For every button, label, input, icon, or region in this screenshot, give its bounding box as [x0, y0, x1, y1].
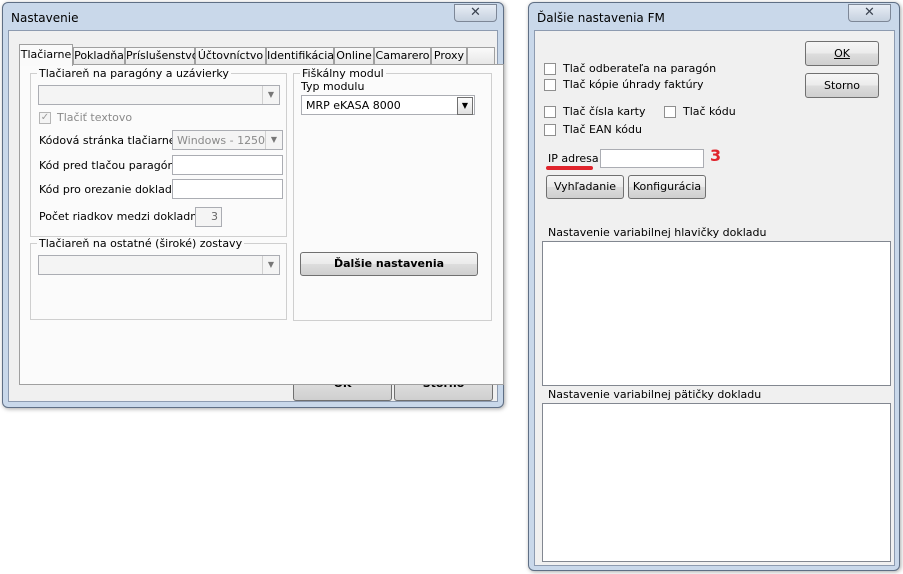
receipt-printer-group: Tlačiareň na paragóny a uzávierky ▼ ✓ Tl… — [30, 67, 287, 237]
print-code-label: Tlač kódu — [683, 105, 736, 118]
module-type-label: Typ modulu — [301, 80, 365, 93]
print-ean-checkbox[interactable] — [544, 124, 556, 136]
settings-close-button[interactable]: ✕ — [454, 4, 497, 22]
settings-window-title: Nastavenie — [11, 11, 79, 25]
header-settings-textarea[interactable] — [542, 241, 891, 386]
print-ean-label: Tlač EAN kódu — [563, 123, 642, 136]
tab-online-label: Online — [336, 49, 372, 62]
receipt-printer-select[interactable]: ▼ — [38, 85, 280, 105]
annotation-marker-3: 3 — [710, 146, 722, 165]
printers-tab-panel: Tlačiareň na paragóny a uzávierky ▼ ✓ Tl… — [19, 64, 504, 385]
tab-camarero-label: Camarero — [375, 49, 430, 62]
fiscal-module-group: Fiškálny modul Typ modulu MRP eKASA 8000… — [293, 67, 492, 321]
tab-accounting[interactable]: Účtovníctvo — [195, 47, 266, 65]
tab-proxy[interactable]: Proxy — [431, 47, 467, 65]
print-code-checkbox[interactable] — [664, 106, 676, 118]
print-text-checkbox[interactable]: ✓ — [39, 112, 51, 124]
tab-overflow[interactable] — [467, 47, 495, 65]
ip-address-input[interactable] — [600, 149, 704, 168]
tab-register-label: Pokladňa — [74, 49, 124, 62]
fm-settings-client-area: OK Storno Tlač odberateľa na paragón Tla… — [534, 30, 895, 566]
footer-settings-label: Nastavenie variabilnej pätičky dokladu — [548, 388, 762, 401]
receipt-printer-group-label: Tlačiareň na paragóny a uzávierky — [37, 67, 231, 80]
ip-address-label: IP adresa — [548, 152, 599, 165]
tab-printers-label: Tlačiarne — [20, 48, 72, 61]
fiscal-module-group-label: Fiškálny modul — [300, 67, 386, 80]
print-customer-checkbox[interactable] — [544, 63, 556, 75]
settings-window: Nastavenie ✕ Tlačiarne Pokladňa Prísluše… — [2, 2, 504, 408]
tab-online[interactable]: Online — [334, 47, 374, 65]
module-type-select[interactable]: MRP eKASA 8000 ▼ — [301, 95, 475, 115]
chevron-down-icon: ▼ — [265, 131, 282, 149]
tab-identification-label: Identifikácia — [267, 49, 335, 62]
fm-settings-titlebar[interactable]: Ďalšie nastavenia FM ✕ — [529, 3, 899, 31]
fm-settings-window-title: Ďalšie nastavenia FM — [537, 11, 665, 25]
other-printer-group: Tlačiareň na ostatné (široké) zostavy ▼ — [30, 237, 287, 320]
print-card-number-label: Tlač čísla karty — [563, 105, 646, 118]
fm-settings-window: Ďalšie nastavenia FM ✕ OK Storno Tlač od… — [528, 2, 900, 571]
code-before-label: Kód pred tlačou paragónu — [39, 159, 182, 172]
fm-cancel-button[interactable]: Storno — [805, 73, 879, 98]
configuration-button-label: Konfigurácia — [632, 180, 702, 193]
tab-printers[interactable]: Tlačiarne — [19, 44, 73, 66]
search-button[interactable]: Vyhľadanie — [546, 175, 624, 199]
annotation-underline-3 — [546, 166, 593, 170]
tab-identification[interactable]: Identifikácia — [266, 47, 334, 65]
tab-proxy-label: Proxy — [433, 49, 465, 62]
other-printer-select[interactable]: ▼ — [38, 255, 280, 275]
close-icon: ✕ — [864, 5, 875, 20]
search-button-label: Vyhľadanie — [553, 180, 617, 193]
codepage-select[interactable]: Windows - 1250 ▼ — [172, 130, 283, 150]
print-invoice-copy-checkbox[interactable] — [544, 79, 556, 91]
tab-accessories[interactable]: Príslušenstvo — [125, 47, 199, 65]
chevron-down-icon: ▼ — [457, 97, 473, 115]
print-card-number-checkbox[interactable] — [544, 106, 556, 118]
codepage-value: Windows - 1250 — [177, 134, 266, 147]
fm-cancel-label: Storno — [823, 79, 861, 92]
print-invoice-copy-label: Tlač kópie úhrady faktúry — [563, 78, 704, 91]
print-text-label: Tlačiť textovo — [57, 111, 133, 124]
chevron-down-icon: ▼ — [262, 256, 279, 274]
code-before-input[interactable] — [172, 155, 283, 175]
module-type-value: MRP eKASA 8000 — [306, 99, 401, 112]
other-printer-group-label: Tlačiareň na ostatné (široké) zostavy — [37, 237, 245, 250]
code-cut-label: Kód pro orezanie dokladu — [39, 183, 179, 196]
settings-client-area: Tlačiarne Pokladňa Príslušenstvo Účtovní… — [8, 30, 504, 402]
more-settings-button[interactable]: Ďalšie nastavenia — [300, 252, 478, 276]
tab-register[interactable]: Pokladňa — [73, 47, 125, 65]
code-cut-input[interactable] — [172, 179, 283, 199]
settings-titlebar[interactable]: Nastavenie ✕ — [3, 3, 503, 31]
fm-ok-button[interactable]: OK — [805, 41, 879, 66]
lines-between-input[interactable]: 3 — [195, 207, 222, 227]
tab-accessories-label: Príslušenstvo — [126, 49, 199, 62]
lines-between-label: Počet riadkov medzi dokladmi — [39, 210, 205, 223]
codepage-label: Kódová stránka tlačiarne — [39, 134, 176, 147]
configuration-button[interactable]: Konfigurácia — [628, 175, 706, 199]
fm-settings-close-button[interactable]: ✕ — [848, 4, 891, 22]
header-settings-label: Nastavenie variabilnej hlavičky dokladu — [548, 226, 767, 239]
chevron-down-icon: ▼ — [262, 86, 279, 104]
tab-camarero[interactable]: Camarero — [374, 47, 431, 65]
print-customer-label: Tlač odberateľa na paragón — [563, 62, 717, 75]
fm-ok-label: OK — [834, 47, 850, 60]
tab-accounting-label: Účtovníctvo — [197, 49, 264, 62]
close-icon: ✕ — [470, 5, 481, 20]
footer-settings-textarea[interactable] — [542, 403, 891, 562]
lines-between-value: 3 — [211, 210, 218, 223]
more-settings-label: Ďalšie nastavenia — [333, 257, 445, 270]
